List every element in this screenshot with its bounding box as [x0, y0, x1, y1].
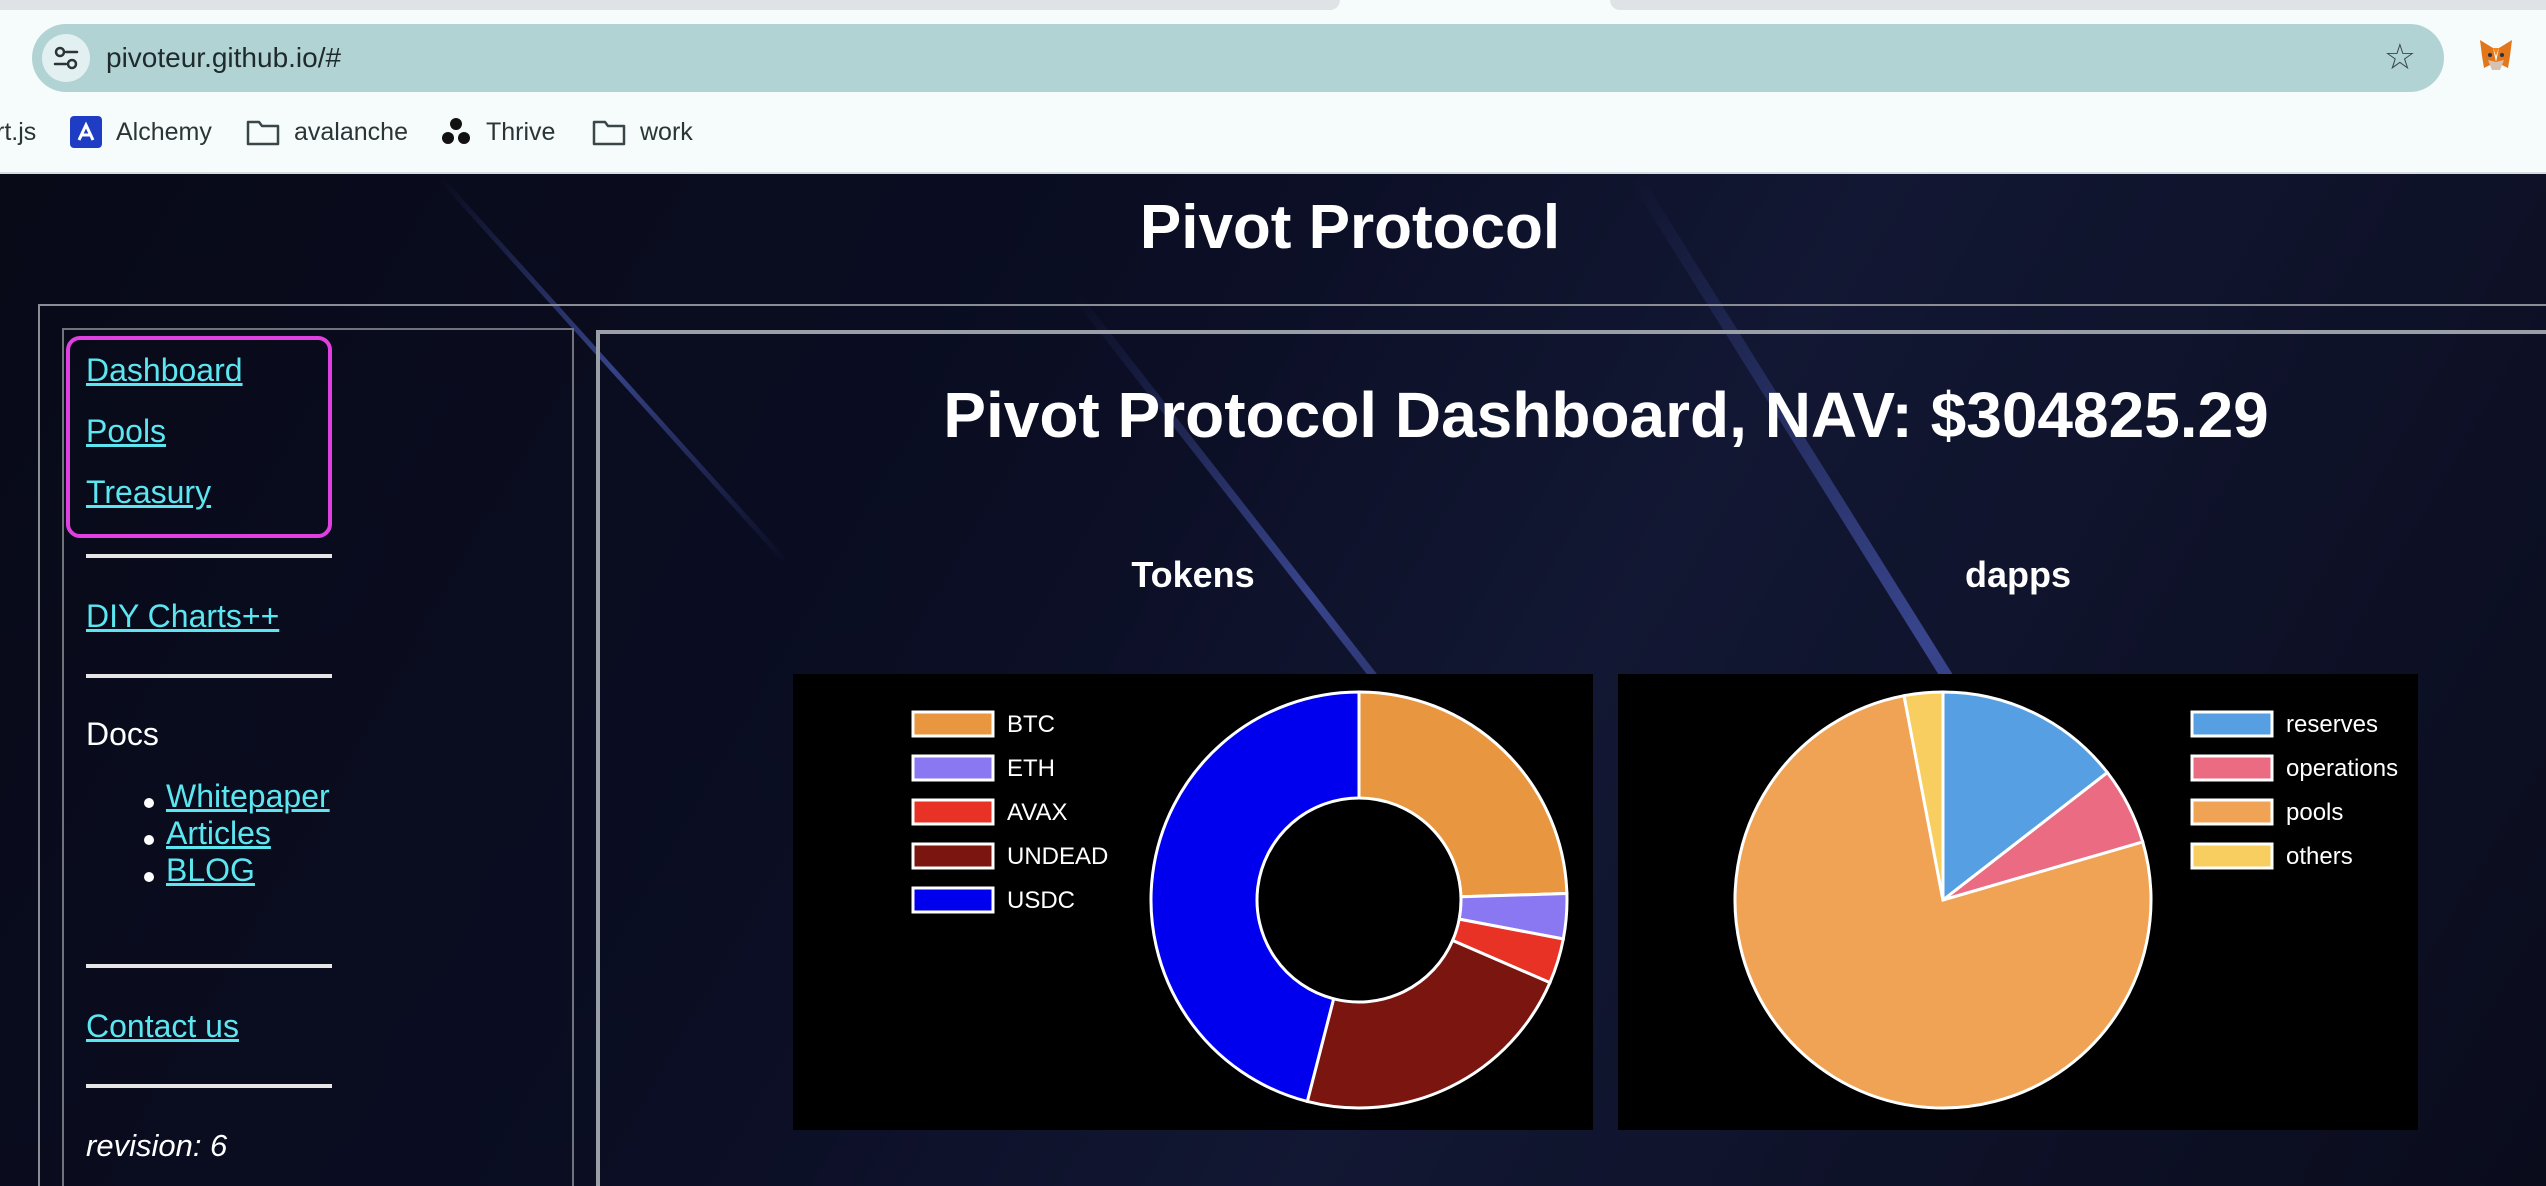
sidebar-divider	[86, 554, 332, 558]
list-bullet	[144, 798, 154, 808]
bookmark-item-avalanche[interactable]: avalanche	[246, 110, 408, 154]
legend-swatch-usdc[interactable]	[911, 886, 995, 914]
bookmark-item-thrive[interactable]: Thrive	[440, 110, 555, 154]
legend-swatch-pools[interactable]	[2190, 798, 2274, 826]
tab-right[interactable]	[1610, 0, 2546, 10]
legend-label-operations[interactable]: operations	[2286, 755, 2398, 782]
legend-label-usdc[interactable]: USDC	[1007, 887, 1075, 914]
list-bullet	[144, 872, 154, 882]
docs-link-blog[interactable]: BLOG	[166, 852, 255, 889]
thrive-logo-icon	[440, 116, 472, 148]
sidebar-divider	[86, 1084, 332, 1088]
docs-link-articles[interactable]: Articles	[166, 815, 271, 852]
legend-label-eth[interactable]: ETH	[1007, 755, 1055, 782]
site-title: Pivot Protocol	[1139, 193, 1561, 262]
bookmark-item-alchemy[interactable]: Alchemy	[70, 110, 212, 154]
bookmark-item[interactable]: rt.js	[0, 110, 36, 154]
legend-label-pools[interactable]: pools	[2286, 799, 2343, 826]
legend-label-reserves[interactable]: reserves	[2286, 711, 2378, 738]
dashboard-title: Pivot Protocol Dashboard, NAV: $304825.2…	[943, 379, 2269, 451]
address-bar[interactable]: pivoteur.github.io/# ☆	[32, 24, 2444, 92]
bookmark-label: Thrive	[486, 117, 556, 146]
bookmark-star-icon[interactable]: ☆	[2384, 37, 2416, 77]
slice-undead[interactable]	[1305, 938, 1552, 1110]
docs-link-whitepaper[interactable]: Whitepaper	[166, 778, 330, 815]
url-text[interactable]: pivoteur.github.io/#	[106, 24, 341, 92]
tokens-doughnut-svg: BTC ETH AVAX UNDEAD USDC	[911, 690, 1569, 1110]
legend-label-undead[interactable]: UNDEAD	[1007, 843, 1108, 870]
legend-swatch-others[interactable]	[2190, 842, 2274, 870]
chart-title-dapps: dapps	[1964, 554, 2071, 595]
metamask-extension-icon[interactable]	[2476, 34, 2516, 74]
legend-swatch-reserves[interactable]	[2190, 710, 2274, 738]
legend-swatch-eth[interactable]	[911, 754, 995, 782]
folder-icon	[592, 118, 626, 146]
nav-link-dashboard[interactable]: Dashboard	[86, 352, 243, 389]
legend-label-avax[interactable]: AVAX	[1007, 799, 1067, 826]
legend-swatch-operations[interactable]	[2190, 754, 2274, 782]
bookmark-label: avalanche	[294, 117, 408, 146]
slice-btc[interactable]	[1357, 690, 1569, 899]
nav-link-pools[interactable]: Pools	[86, 413, 166, 450]
bookmark-label: rt.js	[0, 117, 37, 146]
docs-heading: Docs	[86, 716, 159, 752]
tab-left[interactable]	[0, 0, 1340, 10]
chart-title-tokens: Tokens	[1131, 554, 1255, 595]
list-bullet	[144, 835, 154, 845]
bookmarks-bar: rt.js Alchemy avalanche Thrive work	[0, 110, 2546, 154]
folder-icon	[246, 118, 280, 146]
tab-strip	[0, 0, 2546, 14]
bookmark-item-work[interactable]: work	[592, 110, 693, 154]
tokens-chart[interactable]: BTC ETH AVAX UNDEAD USDC	[793, 674, 1593, 1130]
revision-label: revision: 6	[86, 1128, 228, 1163]
bookmark-label: work	[640, 117, 693, 146]
alchemy-logo-icon	[70, 116, 102, 148]
dapps-pie-svg: reserves operations pools others	[1733, 690, 2398, 1110]
page-content: Pivot Protocol Dashboard Pools Treasury …	[0, 174, 2546, 1186]
legend-label-btc[interactable]: BTC	[1007, 711, 1055, 738]
dapps-chart[interactable]: reserves operations pools others	[1618, 674, 2418, 1130]
nav-link-treasury[interactable]: Treasury	[86, 474, 211, 511]
legend-label-others[interactable]: others	[2286, 843, 2353, 870]
nav-link-contact[interactable]: Contact us	[86, 1008, 239, 1045]
legend-swatch-avax[interactable]	[911, 798, 995, 826]
bookmark-label: Alchemy	[116, 117, 212, 146]
browser-chrome: pivoteur.github.io/# ☆ rt.js Alchemy ava…	[0, 0, 2546, 174]
legend-swatch-undead[interactable]	[911, 842, 995, 870]
legend-swatch-btc[interactable]	[911, 710, 995, 738]
sidebar-divider	[86, 674, 332, 678]
site-settings-icon[interactable]	[42, 34, 90, 82]
nav-link-diy-charts[interactable]: DIY Charts++	[86, 598, 279, 635]
sidebar-divider	[86, 964, 332, 968]
